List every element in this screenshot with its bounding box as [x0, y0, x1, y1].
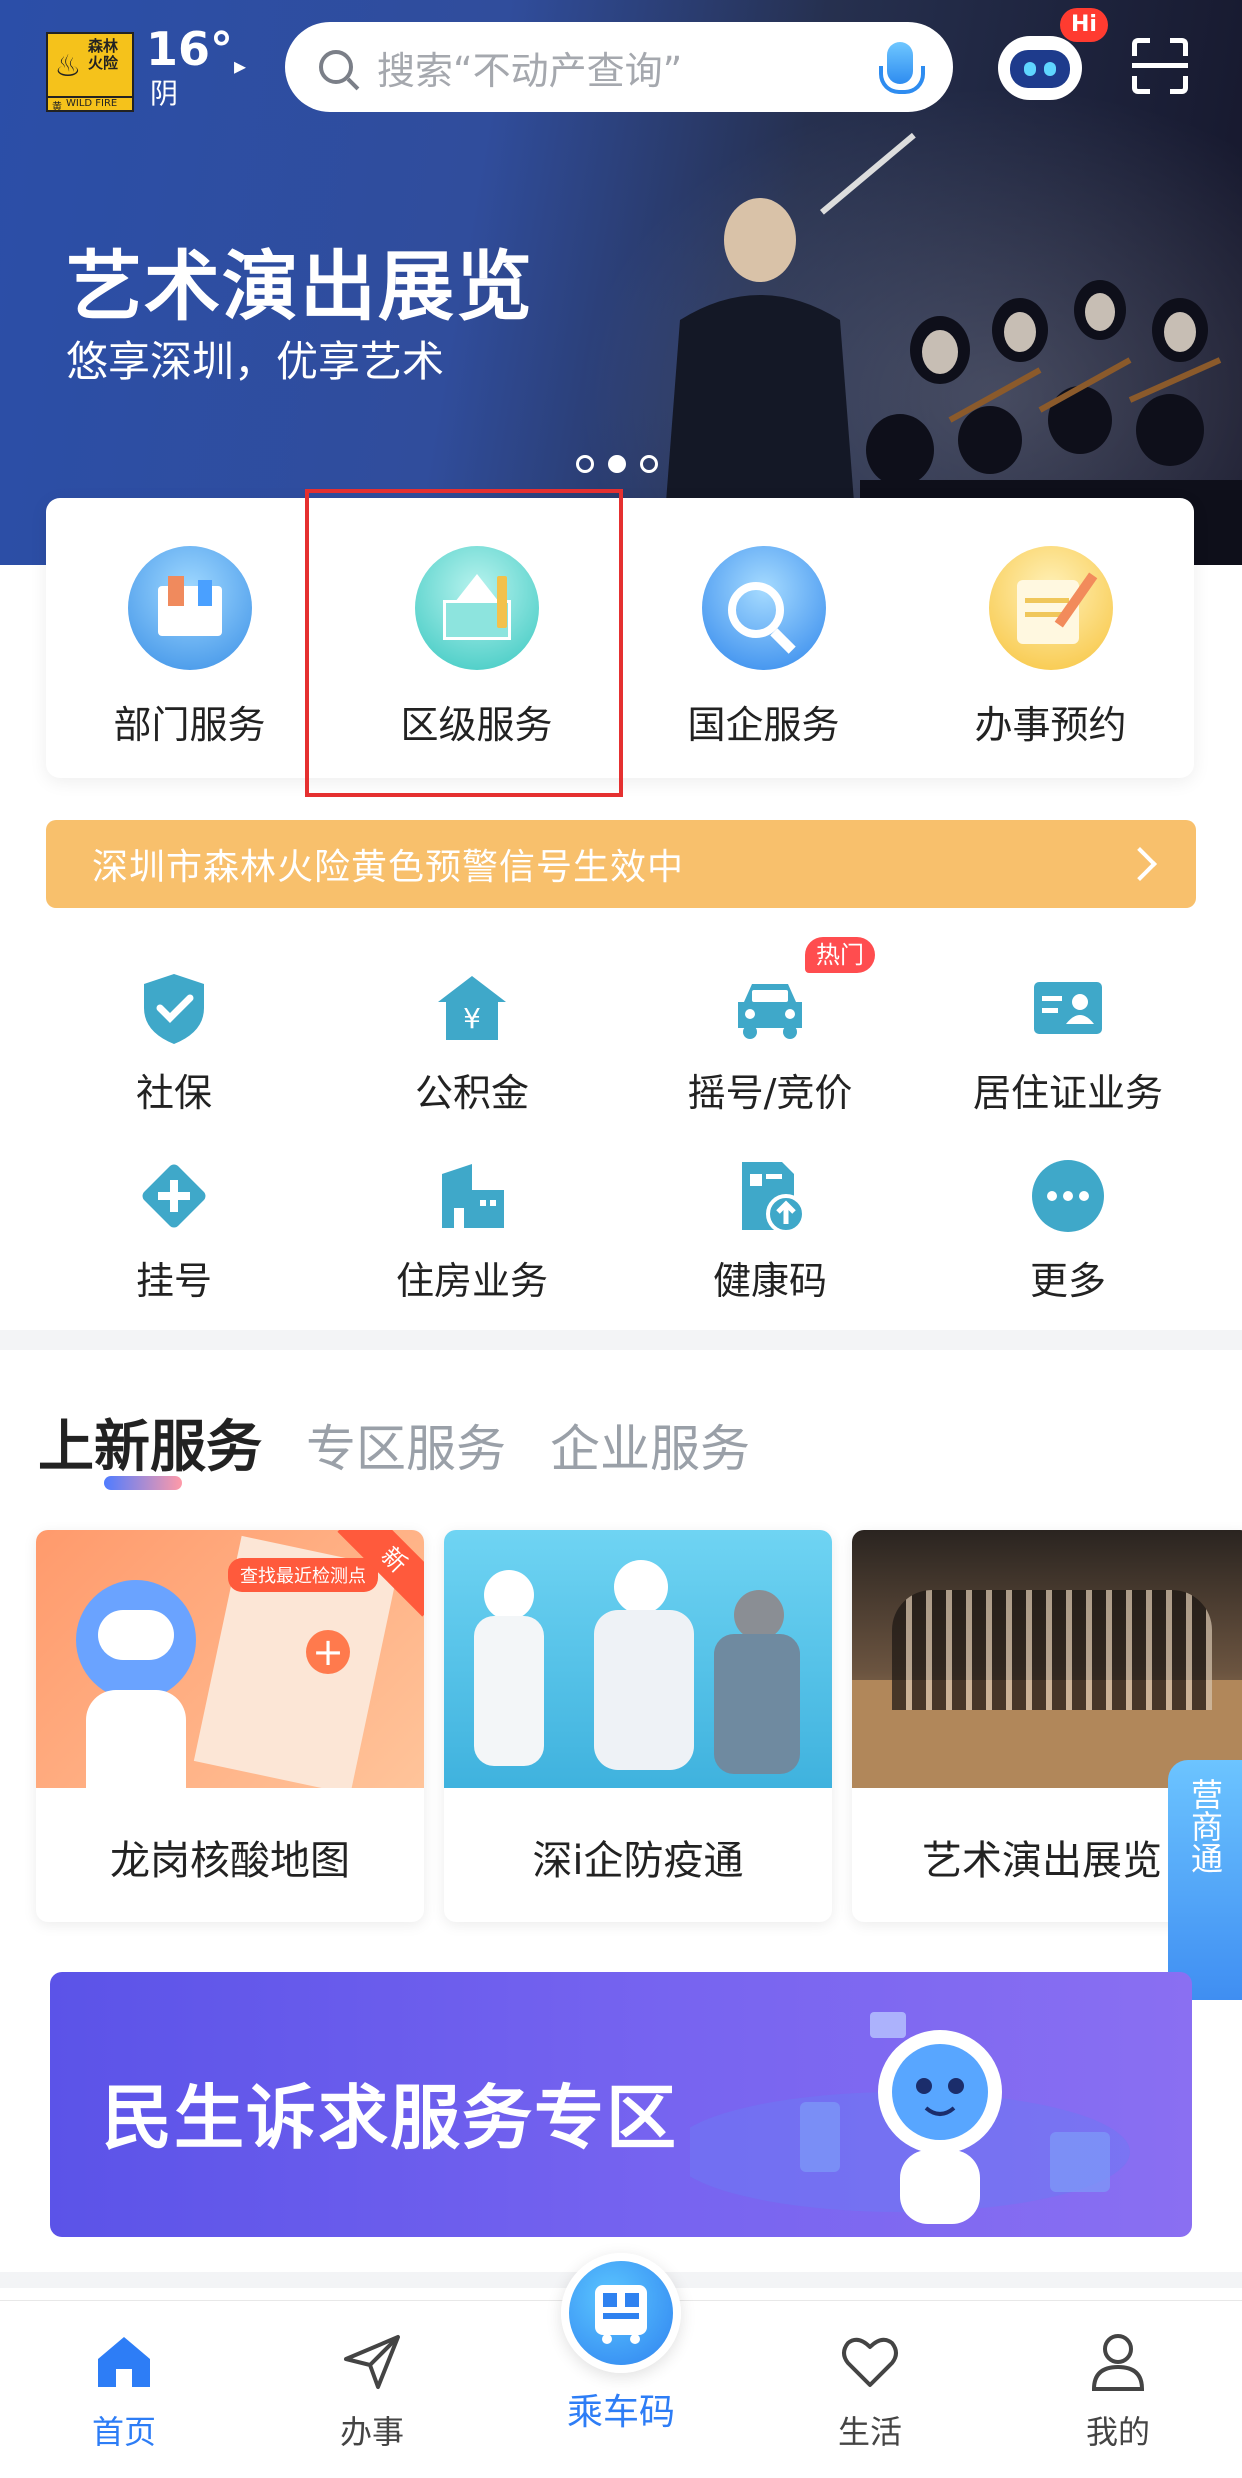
assistant-badge: Hi	[1060, 8, 1108, 42]
nav-affairs[interactable]: 办事	[292, 2329, 452, 2453]
fund-house-icon: ¥	[432, 968, 512, 1048]
id-card-icon	[1028, 968, 1108, 1048]
nav-label: 我的	[1085, 2413, 1150, 2451]
chevron-right-icon	[1123, 847, 1157, 881]
grid-label: 居住证业务	[972, 1071, 1163, 1115]
quick-label: 部门服务	[113, 703, 266, 747]
section-divider	[0, 1330, 1242, 1350]
side-tab-text: 营商通	[1186, 1778, 1224, 1874]
grid-item-housing-fund[interactable]: ¥ 公积金	[322, 968, 622, 1117]
microphone-icon[interactable]	[879, 42, 925, 94]
grid-item-residence-permit[interactable]: 居住证业务	[918, 968, 1218, 1117]
promo-title: 民生诉求服务专区	[102, 2077, 678, 2159]
grid-label: 更多	[1029, 1259, 1106, 1303]
business-side-tab[interactable]: 营商通	[1168, 1760, 1242, 2000]
grid-item-social-security[interactable]: 社保	[24, 968, 324, 1117]
search-icon	[319, 50, 353, 84]
tab-new-services[interactable]: 上新服务	[38, 1402, 262, 1483]
epidemic-figures-image	[444, 1530, 832, 1788]
quick-item-department[interactable]: 部门服务	[46, 498, 333, 778]
nav-label: 首页	[91, 2413, 156, 2451]
tab-enterprise-services[interactable]: 企业服务	[550, 1409, 750, 1481]
user-icon	[1091, 2334, 1145, 2391]
home-icon	[98, 2337, 150, 2387]
shield-check-icon	[134, 968, 214, 1048]
search-placeholder: 搜索“不动产查询”	[377, 48, 683, 93]
warning-level: 黄	[52, 102, 62, 113]
quick-item-appointment[interactable]: 办事预约	[907, 498, 1194, 778]
grid-item-health-code[interactable]: 健康码	[620, 1156, 920, 1305]
nav-label: 办事	[339, 2413, 404, 2451]
temperature: 16°	[146, 22, 234, 76]
service-card-enterprise-epidemic[interactable]: 深i企防疫通	[444, 1530, 832, 1922]
svg-text:¥: ¥	[463, 1002, 481, 1035]
active-tab-indicator	[104, 1476, 182, 1490]
grid-label: 挂号	[135, 1259, 212, 1303]
department-icon	[127, 546, 252, 670]
state-enterprise-icon	[701, 546, 826, 670]
building-icon	[432, 1156, 512, 1236]
grid-label: 社保	[135, 1071, 212, 1115]
carousel-dot-active[interactable]	[608, 455, 626, 473]
nav-life[interactable]: 生活	[790, 2329, 950, 2453]
highlight-box	[305, 489, 623, 797]
weather-arrow-icon[interactable]: ▸	[234, 52, 246, 80]
more-icon	[1028, 1156, 1108, 1236]
fire-alert-bar[interactable]: 深圳市森林火险黄色预警信号生效中	[46, 820, 1196, 908]
health-code-icon	[730, 1156, 810, 1236]
astronaut-mascot-illustration	[690, 2012, 1130, 2224]
nav-label-bus[interactable]: 乘车码	[541, 2383, 701, 2435]
map-search-pill: 查找最近检测点	[228, 1558, 378, 1592]
weather-condition: 阴	[150, 77, 179, 110]
carousel-dot[interactable]	[640, 455, 658, 473]
quick-label: 国企服务	[687, 703, 840, 747]
carousel-dots	[576, 455, 658, 473]
warning-badge-text: 森林火险	[88, 34, 132, 98]
alert-text: 深圳市森林火险黄色预警信号生效中	[92, 847, 685, 888]
top-bar: ♨ 森林火险 黄 WILD FIRE 16° 阴 ▸ 搜索“不动产查询” Hi	[0, 0, 1242, 130]
tab-zone-services[interactable]: 专区服务	[306, 1409, 506, 1481]
grid-label: 公积金	[414, 1071, 529, 1115]
covid-map-image: 查找最近检测点 + 新	[36, 1530, 424, 1788]
flame-icon: ♨	[48, 34, 88, 98]
section-tabs: 上新服务 专区服务 企业服务	[38, 1402, 794, 1483]
nav-label: 生活	[837, 2413, 902, 2451]
grid-label: 住房业务	[395, 1259, 548, 1303]
hero-banner[interactable]: ♨ 森林火险 黄 WILD FIRE 16° 阴 ▸ 搜索“不动产查询” Hi …	[0, 0, 1242, 565]
warning-badge-footer: 黄 WILD FIRE	[46, 96, 134, 113]
car-icon	[730, 968, 810, 1048]
grid-label: 摇号/竞价	[687, 1071, 853, 1115]
send-icon	[344, 2335, 400, 2389]
quick-label: 办事预约	[974, 703, 1127, 747]
grid-label: 健康码	[712, 1259, 827, 1303]
bus-qr-icon[interactable]	[561, 2253, 681, 2373]
concert-hall-image	[852, 1530, 1242, 1788]
promo-banner[interactable]: 民生诉求服务专区	[50, 1972, 1192, 2237]
card-label: 深i企防疫通	[532, 1838, 744, 1884]
quick-item-state-enterprise[interactable]: 国企服务	[620, 498, 907, 778]
grid-item-more[interactable]: 更多	[918, 1156, 1218, 1305]
nav-home[interactable]: 首页	[44, 2329, 204, 2453]
hot-badge: 热门	[805, 937, 875, 973]
medical-cross-icon	[134, 1156, 214, 1236]
grid-item-car-lottery[interactable]: 摇号/竞价	[620, 968, 920, 1117]
hero-title: 艺术演出展览	[66, 242, 534, 331]
scan-icon[interactable]	[1132, 38, 1188, 94]
fire-warning-badge[interactable]: ♨ 森林火险 黄 WILD FIRE	[46, 32, 134, 113]
warning-en: WILD FIRE	[66, 98, 118, 109]
grid-item-register[interactable]: 挂号	[24, 1156, 324, 1305]
nav-mine[interactable]: 我的	[1038, 2329, 1198, 2453]
carousel-dot[interactable]	[576, 455, 594, 473]
heart-icon	[842, 2337, 898, 2387]
card-label: 龙岗核酸地图	[110, 1838, 350, 1884]
hero-subtitle: 悠享深圳，优享艺术	[66, 337, 445, 386]
grid-item-housing[interactable]: 住房业务	[322, 1156, 622, 1305]
search-bar[interactable]: 搜索“不动产查询”	[285, 22, 953, 112]
service-card-longgang[interactable]: 查找最近检测点 + 新 龙岗核酸地图	[36, 1530, 424, 1922]
bottom-navigation: 首页 办事 乘车码 生活 我的	[0, 2253, 1242, 2478]
appointment-icon	[988, 546, 1113, 670]
